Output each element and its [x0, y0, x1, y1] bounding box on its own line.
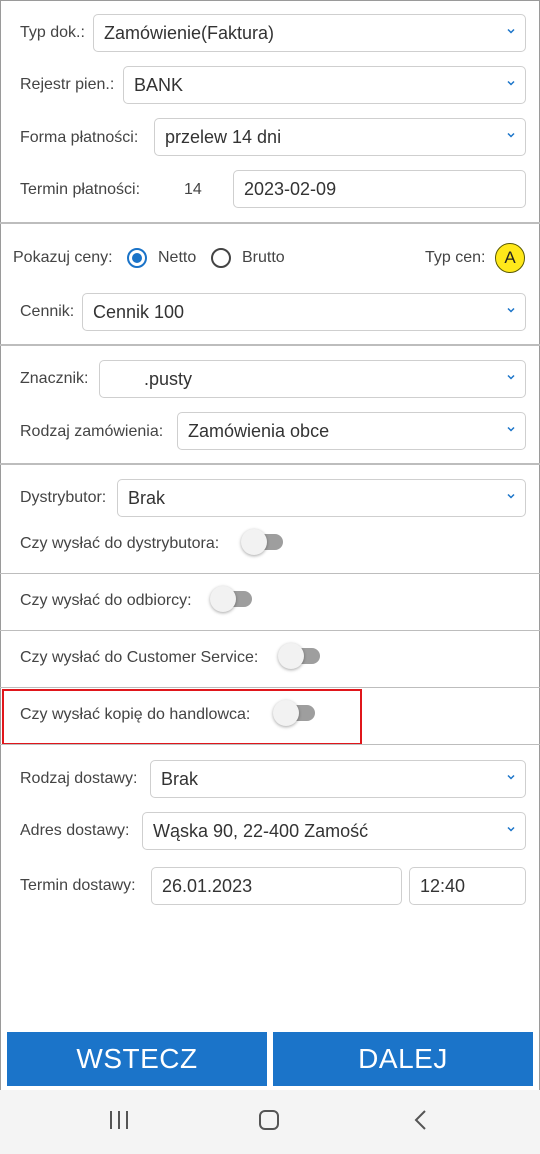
- cennik-select[interactable]: Cennik 100: [82, 293, 526, 331]
- termin-platnosci-label: Termin płatności:: [20, 181, 141, 198]
- typ-cen-value: A: [504, 248, 516, 267]
- typ-cen-label: Typ cen:: [425, 249, 486, 266]
- send-distributor-toggle[interactable]: [241, 529, 283, 555]
- termin-platnosci-date-field[interactable]: 2023-02-09: [233, 170, 526, 208]
- toggle-knob: [241, 529, 267, 555]
- home-icon[interactable]: [258, 1109, 280, 1131]
- termin-dostawy-time-field[interactable]: 12:40: [409, 867, 526, 905]
- chevron-down-icon: [507, 426, 515, 432]
- typ-dok-select[interactable]: Zamówienie(Faktura): [93, 14, 526, 52]
- forma-platnosci-value: przelew 14 dni: [165, 126, 282, 147]
- section-divider: [0, 573, 540, 574]
- typ-cen-badge[interactable]: A: [495, 243, 525, 273]
- adres-dostawy-label: Adres dostawy:: [20, 822, 130, 839]
- chevron-down-icon: [507, 28, 515, 34]
- section-divider: [0, 630, 540, 631]
- send-copy-toggle[interactable]: [273, 700, 315, 726]
- dystrybutor-select[interactable]: Brak: [117, 479, 526, 517]
- toggle-knob: [278, 643, 304, 669]
- brutto-label[interactable]: Brutto: [242, 249, 285, 267]
- radio-selected-dot: [132, 253, 142, 263]
- dystrybutor-value: Brak: [128, 487, 166, 508]
- send-distributor-label: Czy wysłać do dystrybutora:: [20, 535, 220, 552]
- next-button[interactable]: DALEJ: [273, 1032, 533, 1086]
- send-cs-toggle[interactable]: [278, 643, 320, 669]
- znacznik-label: Znacznik:: [20, 370, 89, 387]
- recent-apps-icon[interactable]: [108, 1109, 130, 1131]
- section-divider: [0, 463, 540, 465]
- termin-platnosci-days[interactable]: 14: [184, 181, 202, 199]
- chevron-down-icon: [507, 374, 515, 380]
- rodzaj-dostawy-select[interactable]: Brak: [150, 760, 526, 798]
- toggle-knob: [273, 700, 299, 726]
- chevron-down-icon: [507, 826, 515, 832]
- chevron-down-icon: [507, 493, 515, 499]
- termin-platnosci-date-value: 2023-02-09: [244, 178, 337, 199]
- termin-dostawy-time-value: 12:40: [420, 875, 466, 896]
- send-cs-label: Czy wysłać do Customer Service:: [20, 649, 259, 666]
- rodzaj-dostawy-label: Rodzaj dostawy:: [20, 770, 138, 787]
- section-divider: [0, 744, 540, 745]
- rejestr-label: Rejestr pien.:: [20, 76, 115, 93]
- rodzaj-zamowienia-select[interactable]: Zamówienia obce: [177, 412, 526, 450]
- chevron-down-icon: [507, 774, 515, 780]
- back-icon[interactable]: [411, 1109, 431, 1131]
- termin-dostawy-label: Termin dostawy:: [20, 877, 136, 894]
- rodzaj-zamowienia-value: Zamówienia obce: [188, 420, 330, 441]
- typ-dok-value: Zamówienie(Faktura): [104, 22, 275, 43]
- rejestr-select[interactable]: BANK: [123, 66, 526, 104]
- brutto-radio[interactable]: [211, 248, 231, 268]
- section-divider: [0, 344, 540, 346]
- adres-dostawy-select[interactable]: Wąska 90, 22-400 Zamość: [142, 812, 526, 850]
- adres-dostawy-value: Wąska 90, 22-400 Zamość: [153, 820, 369, 841]
- rodzaj-dostawy-value: Brak: [161, 768, 199, 789]
- toggle-knob: [210, 586, 236, 612]
- termin-dostawy-date-field[interactable]: 26.01.2023: [151, 867, 402, 905]
- netto-label[interactable]: Netto: [158, 249, 196, 267]
- rejestr-value: BANK: [134, 74, 184, 95]
- termin-dostawy-date-value: 26.01.2023: [162, 875, 253, 896]
- rodzaj-zamowienia-label: Rodzaj zamówienia:: [20, 423, 164, 440]
- chevron-down-icon: [507, 132, 515, 138]
- send-recipient-label: Czy wysłać do odbiorcy:: [20, 592, 192, 609]
- back-button[interactable]: WSTECZ: [7, 1032, 267, 1086]
- typ-dok-label: Typ dok.:: [20, 24, 85, 41]
- forma-platnosci-label: Forma płatności:: [20, 129, 139, 146]
- send-copy-label: Czy wysłać kopię do handlowca:: [20, 706, 251, 723]
- section-divider: [0, 222, 540, 224]
- system-nav-bar: [0, 1090, 540, 1154]
- section-divider: [0, 687, 540, 688]
- send-recipient-toggle[interactable]: [210, 586, 252, 612]
- dystrybutor-label: Dystrybutor:: [20, 489, 107, 506]
- cennik-value: Cennik 100: [93, 301, 185, 322]
- pokazuj-ceny-label: Pokazuj ceny:: [13, 249, 113, 266]
- forma-platnosci-select[interactable]: przelew 14 dni: [154, 118, 526, 156]
- netto-radio[interactable]: [127, 248, 147, 268]
- cennik-label: Cennik:: [20, 303, 75, 320]
- chevron-down-icon: [507, 80, 515, 86]
- znacznik-value: .pusty: [144, 368, 193, 389]
- znacznik-select[interactable]: .pusty: [99, 360, 526, 398]
- chevron-down-icon: [507, 307, 515, 313]
